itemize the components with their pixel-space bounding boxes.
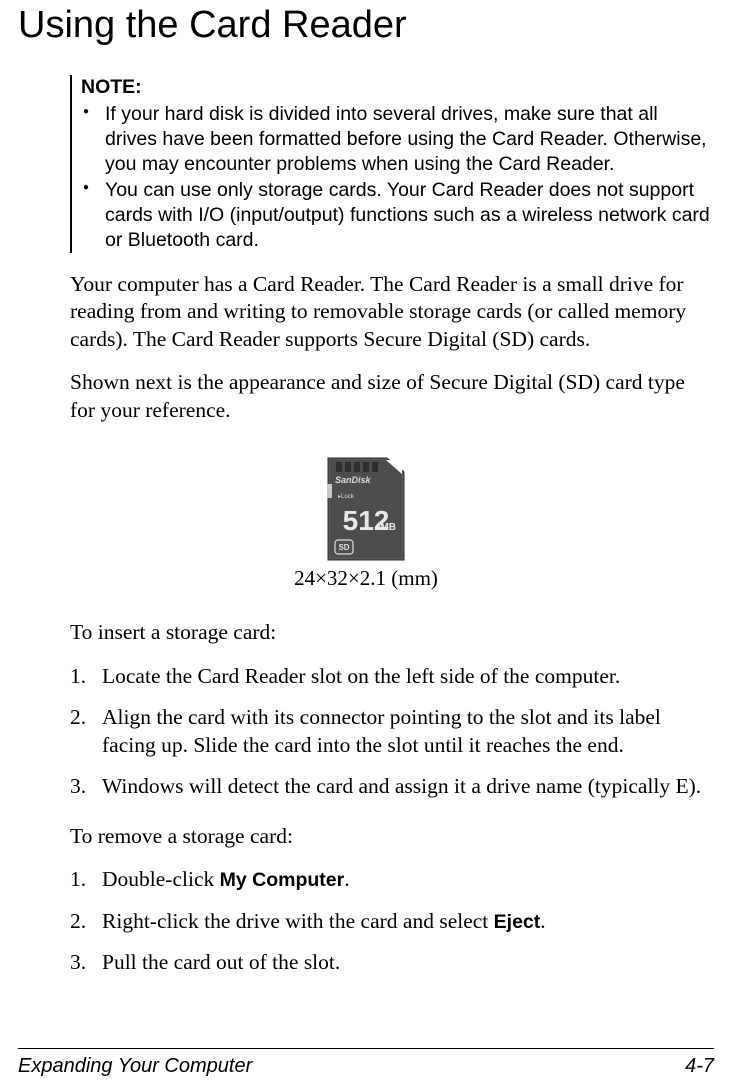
intro-paragraph-2: Shown next is the appearance and size of… [70, 369, 706, 424]
list-item: 1.Locate the Card Reader slot on the lef… [70, 663, 706, 691]
sd-brand-text: SanDisk [335, 475, 372, 485]
insert-lead: To insert a storage card: [70, 619, 706, 647]
note-block: NOTE: If your hard disk is divided into … [70, 75, 712, 253]
sd-logo-text: SD [338, 543, 349, 552]
sd-lock-label: ▸Lock [338, 494, 355, 500]
page-heading: Using the Card Reader [18, 0, 714, 47]
note-label: NOTE: [81, 75, 712, 100]
insert-steps-list: 1.Locate the Card Reader slot on the lef… [70, 663, 706, 801]
ui-label-my-computer: My Computer [220, 869, 345, 891]
list-item: 1.Double-click My Computer. [70, 866, 706, 894]
sd-card-figure: SanDisk ▸Lock 512 MB SD 24×32×2.1 (mm) [18, 454, 714, 591]
page-footer: Expanding Your Computer 4-7 [18, 1048, 714, 1078]
list-item: 3.Pull the card out of the slot. [70, 949, 706, 977]
sd-dimensions-caption: 24×32×2.1 (mm) [18, 566, 714, 591]
list-item: 3.Windows will detect the card and assig… [70, 773, 706, 801]
note-item: You can use only storage cards. Your Car… [81, 178, 712, 253]
footer-page-number: 4-7 [685, 1055, 714, 1078]
step-text: Pull the card out of the slot. [102, 950, 340, 974]
list-item: 2.Right-click the drive with the card an… [70, 908, 706, 936]
remove-steps-list: 1.Double-click My Computer. 2.Right-clic… [70, 866, 706, 977]
note-list: If your hard disk is divided into severa… [81, 102, 712, 253]
step-text: Locate the Card Reader slot on the left … [102, 664, 620, 688]
sd-capacity-unit: MB [380, 522, 396, 533]
sd-card-icon: SanDisk ▸Lock 512 MB SD [324, 454, 408, 564]
step-text: Windows will detect the card and assign … [102, 774, 701, 798]
step-text: Right-click the drive with the card and … [102, 909, 546, 933]
step-text: Align the card with its connector pointi… [102, 705, 661, 757]
note-item: If your hard disk is divided into severa… [81, 102, 712, 177]
ui-label-eject: Eject [494, 911, 541, 933]
remove-lead: To remove a storage card: [70, 823, 706, 851]
intro-paragraph-1: Your computer has a Card Reader. The Car… [70, 271, 706, 354]
list-item: 2.Align the card with its connector poin… [70, 704, 706, 759]
footer-section-title: Expanding Your Computer [18, 1055, 252, 1078]
step-text: Double-click My Computer. [102, 867, 350, 891]
